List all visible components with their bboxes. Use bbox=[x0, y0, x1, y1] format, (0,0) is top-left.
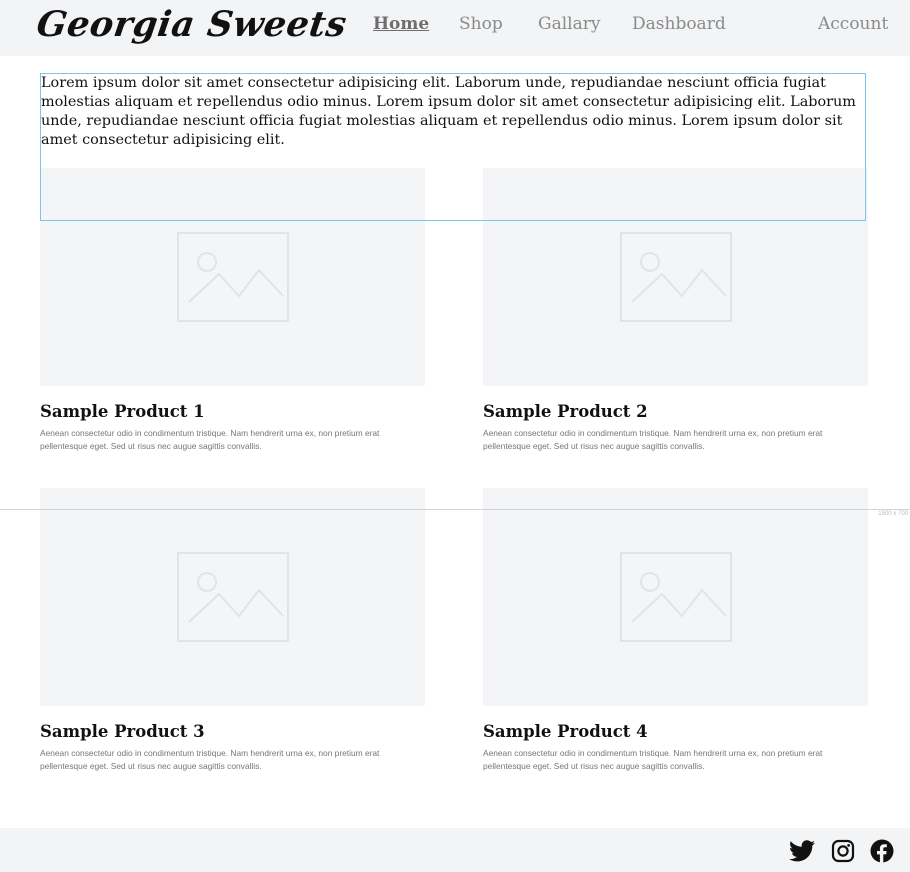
intro-text-block: Lorem ipsum dolor sit amet consectetur a… bbox=[40, 73, 866, 221]
facebook-icon[interactable] bbox=[869, 838, 895, 864]
product-title[interactable]: Sample Product 1 bbox=[40, 402, 425, 421]
product-card[interactable]: Sample Product 3 Aenean consectetur odio… bbox=[40, 488, 425, 773]
instagram-icon[interactable] bbox=[830, 838, 856, 864]
intro-paragraph: Lorem ipsum dolor sit amet consectetur a… bbox=[41, 75, 856, 148]
product-description: Aenean consectetur odio in condimentum t… bbox=[40, 428, 380, 451]
image-placeholder-icon bbox=[176, 552, 289, 642]
product-title[interactable]: Sample Product 3 bbox=[40, 722, 425, 741]
product-description: Aenean consectetur odio in condimentum t… bbox=[483, 428, 823, 451]
nav-home-link[interactable]: Home bbox=[373, 14, 429, 34]
site-header: Georgia Sweets Home Shop Gallary Dashboa… bbox=[0, 0, 910, 56]
product-image-placeholder[interactable] bbox=[483, 488, 868, 706]
image-placeholder-icon bbox=[619, 552, 732, 642]
product-card[interactable]: Sample Product 4 Aenean consectetur odio… bbox=[483, 488, 868, 773]
viewport-size-label: 1500 x 700 bbox=[878, 511, 908, 517]
image-placeholder-icon bbox=[176, 232, 289, 322]
nav-account-link[interactable]: Account bbox=[818, 14, 888, 34]
product-description: Aenean consectetur odio in condimentum t… bbox=[40, 748, 380, 771]
nav-gallary-link[interactable]: Gallary bbox=[538, 14, 600, 34]
product-description: Aenean consectetur odio in condimentum t… bbox=[483, 748, 823, 771]
site-logo[interactable]: Georgia Sweets bbox=[34, 4, 349, 45]
product-image-placeholder[interactable] bbox=[40, 488, 425, 706]
twitter-icon[interactable] bbox=[789, 838, 815, 864]
nav-dashboard-link[interactable]: Dashboard bbox=[632, 14, 726, 34]
image-placeholder-icon bbox=[619, 232, 732, 322]
site-footer bbox=[0, 828, 910, 872]
product-title[interactable]: Sample Product 2 bbox=[483, 402, 868, 421]
nav-shop-link[interactable]: Shop bbox=[459, 14, 503, 34]
product-title[interactable]: Sample Product 4 bbox=[483, 722, 868, 741]
viewport-guide-line bbox=[0, 509, 910, 510]
